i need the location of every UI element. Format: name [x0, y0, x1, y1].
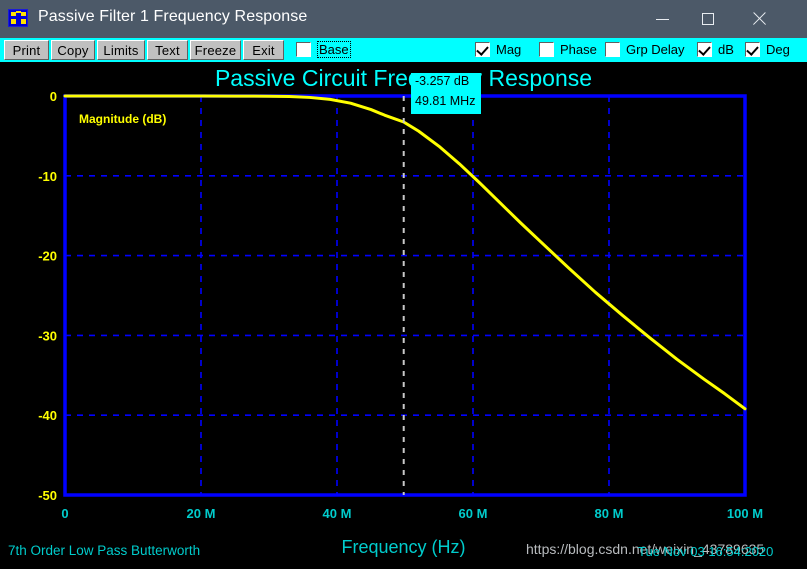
x-axis-tick-label: 100 M [727, 506, 763, 521]
cursor-readout: -3.257 dB 49.81 MHz [411, 73, 481, 114]
checkbox-label-mag[interactable]: Mag [496, 42, 521, 57]
checkbox-label-db[interactable]: dB [718, 42, 734, 57]
text-button[interactable]: Text [147, 40, 188, 60]
y-axis-tick-label: -40 [38, 408, 57, 423]
y-axis-tick-label: -20 [38, 249, 57, 264]
checkbox-label-phase[interactable]: Phase [560, 42, 597, 57]
y-axis-tick-label: -50 [38, 488, 57, 503]
plot-frame [63, 94, 747, 497]
series-line-magnitude [63, 94, 747, 411]
chip-icon [8, 9, 28, 27]
checkbox-phase[interactable] [539, 42, 554, 57]
checkbox-label-deg[interactable]: Deg [766, 42, 790, 57]
y-axis-tick-label: -10 [38, 169, 57, 184]
minimize-button[interactable] [639, 0, 685, 38]
y-axis-tick-label: -30 [38, 328, 57, 343]
copy-button[interactable]: Copy [51, 40, 95, 60]
checkbox-label-base[interactable]: Base [317, 41, 351, 58]
cursor-freq-value: 49.81 MHz [415, 94, 476, 108]
cursor-db-value: -3.257 dB [415, 74, 470, 88]
x-axis-tick-label: 0 [61, 506, 68, 521]
frequency-response-chart: 0 -10 -20 -30 -40 -50 0 20 M 40 M 60 M 80 M 100 M [38, 89, 763, 521]
x-axis-tick-label: 60 M [459, 506, 488, 521]
minimize-icon [655, 18, 669, 20]
y-axis-tick-label: 0 [50, 89, 57, 104]
title-bar: Passive Filter 1 Frequency Response [0, 0, 807, 38]
exit-button[interactable]: Exit [243, 40, 284, 60]
limits-button[interactable]: Limits [97, 40, 145, 60]
checkbox-deg[interactable] [745, 42, 760, 57]
app-window: Passive Filter 1 Frequency Response Prin… [0, 0, 807, 569]
print-button[interactable]: Print [4, 40, 49, 60]
maximize-icon [702, 13, 714, 25]
x-axis-tick-label: 80 M [595, 506, 624, 521]
checkbox-grp-delay[interactable] [605, 42, 620, 57]
freeze-button[interactable]: Freeze [190, 40, 241, 60]
checkbox-mag[interactable] [475, 42, 490, 57]
checkbox-base[interactable] [296, 42, 311, 57]
close-button[interactable] [731, 0, 787, 38]
x-axis-tick-label: 20 M [187, 506, 216, 521]
window-title: Passive Filter 1 Frequency Response [38, 8, 308, 25]
maximize-button[interactable] [685, 0, 731, 38]
x-axis-tick-label: 40 M [323, 506, 352, 521]
timestamp-overlay: Tue Nov 03 16:54:2020 [638, 544, 774, 559]
checkbox-label-grp-delay[interactable]: Grp Delay [626, 42, 685, 57]
checkbox-db[interactable] [697, 42, 712, 57]
close-icon [752, 12, 766, 26]
plot-area: Passive Circuit Frequency Response Magni… [0, 62, 807, 569]
toolbar: Print Copy Limits Text Freeze Exit Base Mag Phas… [0, 38, 807, 62]
